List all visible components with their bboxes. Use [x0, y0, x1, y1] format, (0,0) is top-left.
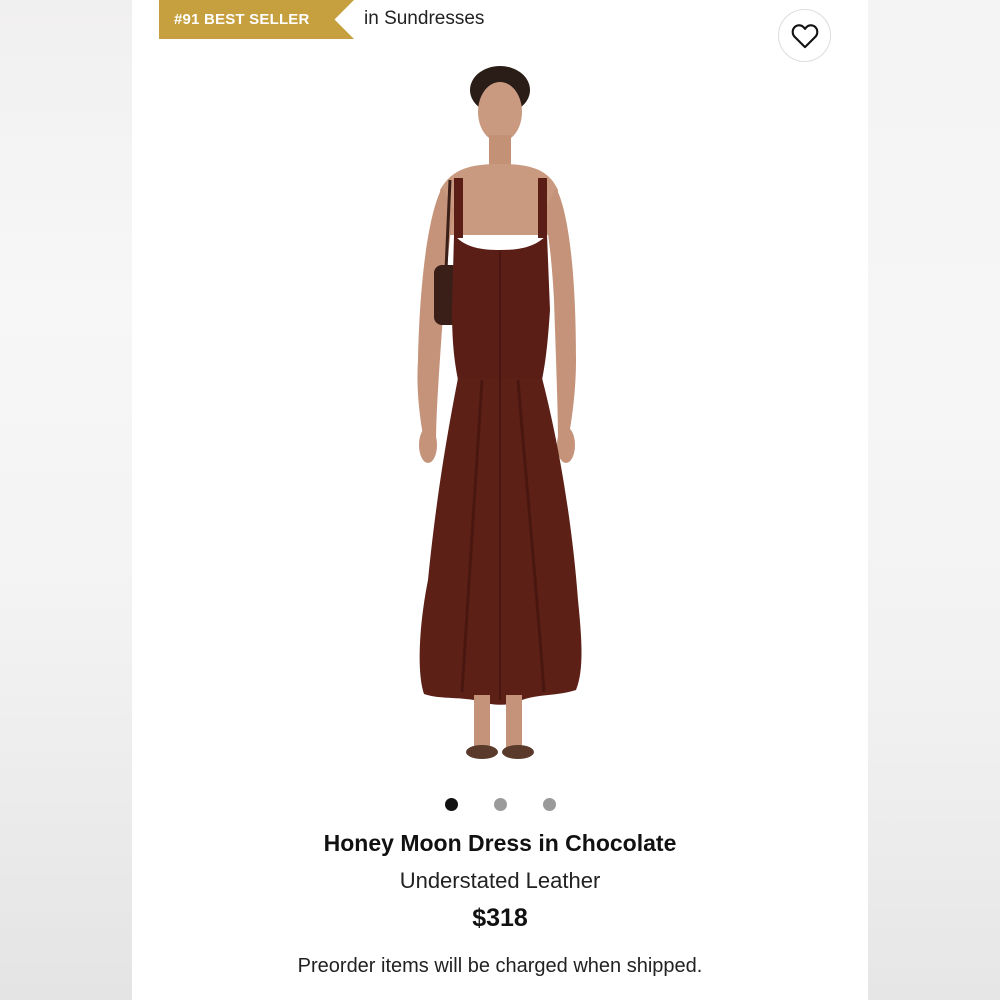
dress-strap-right	[538, 178, 547, 238]
product-price: $318	[472, 904, 528, 932]
product-brand[interactable]: Understated Leather	[132, 868, 868, 894]
model-right-leg	[506, 695, 522, 750]
left-backdrop	[0, 0, 132, 1000]
left-sandal	[466, 745, 498, 759]
badge-label: #91 BEST SELLER	[174, 11, 310, 28]
carousel-dots	[132, 798, 868, 811]
category-link[interactable]: in Sundresses	[364, 8, 484, 30]
model-face	[478, 82, 522, 142]
right-sandal	[502, 745, 534, 759]
right-backdrop	[868, 0, 1000, 1000]
favorite-button[interactable]	[778, 9, 831, 62]
model-right-hand	[557, 427, 575, 463]
best-seller-badge: #91 BEST SELLER	[159, 0, 354, 39]
preorder-note: Preorder items will be charged when ship…	[297, 955, 703, 977]
model-left-hand	[419, 427, 437, 463]
carousel-dot-2[interactable]	[493, 798, 507, 811]
heart-icon	[791, 23, 818, 48]
product-card: #91 BEST SELLER in Sundresses Honey Moon…	[132, 0, 868, 1000]
model-neck	[489, 135, 511, 165]
badge-ribbon: #91 BEST SELLER	[159, 0, 354, 39]
dress-strap-left	[454, 178, 463, 238]
model-left-leg	[474, 695, 490, 750]
product-photo[interactable]	[362, 60, 642, 780]
product-title: Honey Moon Dress in Chocolate	[323, 830, 677, 856]
carousel-dot-3[interactable]	[542, 798, 556, 811]
carousel-dot-1[interactable]	[444, 798, 458, 811]
